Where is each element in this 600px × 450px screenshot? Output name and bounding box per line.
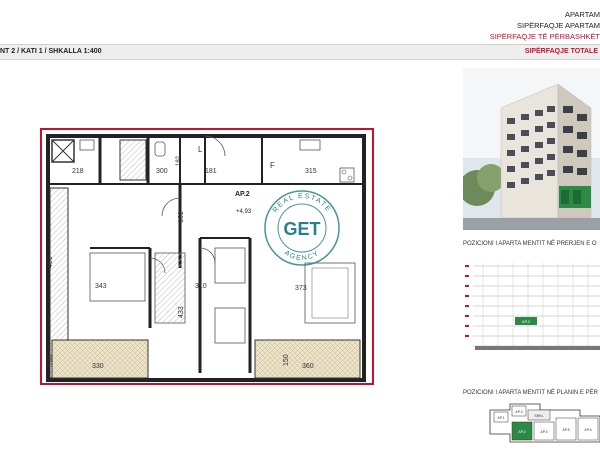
watermark-logo: REAL ESTATE AGENCY GET	[264, 190, 340, 266]
dim-330: 330	[92, 363, 104, 370]
elevation-active-label: AP.2	[522, 319, 531, 324]
dim-150-right: 150	[283, 354, 290, 366]
dim-218: 218	[72, 168, 84, 175]
key-ap5: AP.5	[562, 428, 569, 432]
floor-scale-label: NT 2 / KATI 1 / SHKALLA 1:400	[0, 48, 102, 55]
watermark-letters: GET	[283, 219, 320, 239]
key-ap6: AP.6	[584, 428, 591, 432]
dim-150-left: 150	[47, 354, 54, 366]
dim-433: 433	[178, 306, 185, 318]
dim-461: 461	[47, 256, 54, 268]
dim-310: 310	[195, 283, 207, 290]
mark-l: L	[198, 145, 203, 154]
section-elevation: AP.2	[463, 258, 600, 358]
building-render	[463, 68, 600, 230]
apartment-area-label: SIPËRFAQJE APARTAM	[517, 21, 600, 30]
plan-position-caption: POZICIONI I APARTA MENTIT NË PLANIN E PË…	[463, 390, 598, 396]
section-position-caption: POZICIONI I APARTA MENTIT NË PRERJEN E O	[463, 241, 597, 247]
dim-373: 373	[295, 285, 307, 292]
key-shkalla: SHKL	[534, 414, 543, 418]
common-area-label: SIPËRFAQJE TË PËRBASHKËT	[489, 32, 600, 41]
key-plan: AP.1 AP.3 SHKL AP.2 AP.4 AP.5 AP.6	[489, 403, 600, 443]
apartment-label: AP.2	[235, 191, 250, 198]
dim-161: 161	[178, 211, 185, 223]
dim-181: 181	[205, 168, 217, 175]
mark-f: F	[270, 161, 275, 170]
key-ap1: AP.1	[497, 416, 504, 420]
dim-343: 343	[95, 283, 107, 290]
key-ap4: AP.4	[540, 430, 547, 434]
total-area-label: SIPËRFAQJE TOTALE	[524, 48, 598, 55]
info-band: NT 2 / KATI 1 / SHKALLA 1:400 SIPËRFAQJE…	[0, 44, 600, 60]
sheet-title: APARTAM	[564, 10, 600, 19]
key-ap2: AP.2	[518, 430, 525, 434]
svg-text:AGENCY: AGENCY	[283, 250, 321, 263]
watermark-bottom-text: AGENCY	[283, 250, 320, 263]
key-ap3: AP.3	[515, 410, 522, 414]
floor-level: +4.93	[236, 209, 252, 215]
dim-182: 182	[176, 155, 182, 166]
dim-300: 300	[156, 168, 168, 175]
dim-360: 360	[302, 363, 314, 370]
dim-315: 315	[305, 168, 317, 175]
